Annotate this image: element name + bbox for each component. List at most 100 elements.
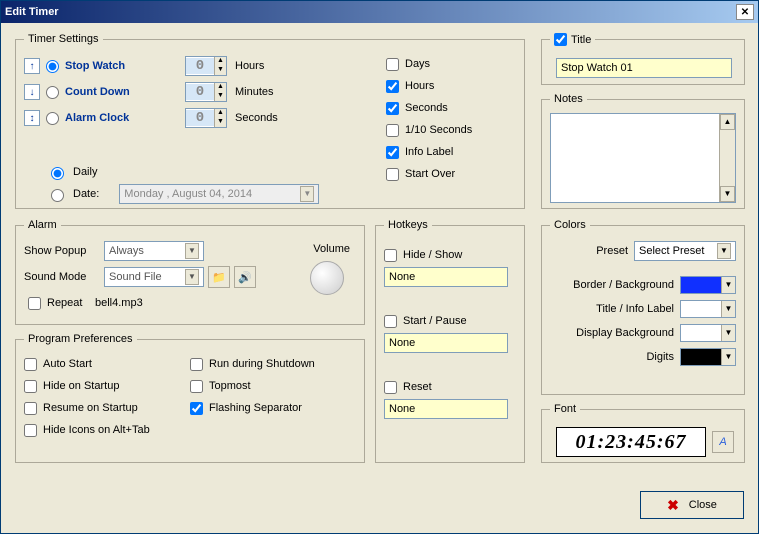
title-info-label: Title / Info Label xyxy=(596,303,674,315)
hotkey-startpause-label: Start / Pause xyxy=(403,315,467,327)
font-group: Font 01:23:45:67 A xyxy=(541,403,745,463)
hotkeys-group: Hotkeys Hide / Show None Start / Pause N… xyxy=(375,219,525,463)
hours-checkbox[interactable] xyxy=(386,80,399,93)
play-sound-button[interactable]: 🔊 xyxy=(234,266,256,288)
window-title: Edit Timer xyxy=(5,6,736,18)
hide-startup-checkbox[interactable] xyxy=(24,380,37,393)
chevron-down-icon: ▼ xyxy=(300,186,314,202)
speaker-icon: 🔊 xyxy=(238,271,252,284)
countdown-radio[interactable] xyxy=(46,86,59,99)
title-info-color[interactable]: ▼ xyxy=(680,300,736,318)
titlebar-close-button[interactable]: ✕ xyxy=(736,4,754,20)
close-button[interactable]: ✖ Close xyxy=(640,491,744,519)
hotkey-hideshow-label: Hide / Show xyxy=(403,249,462,261)
stopwatch-label: Stop Watch xyxy=(65,60,165,72)
repeat-checkbox[interactable] xyxy=(28,297,41,310)
preset-label: Preset xyxy=(596,245,628,257)
resume-startup-checkbox[interactable] xyxy=(24,402,37,415)
repeat-label: Repeat xyxy=(47,297,95,309)
daily-label: Daily xyxy=(73,166,97,178)
digits-label: Digits xyxy=(646,351,674,363)
seconds-spinner[interactable]: 0▲▼ xyxy=(185,108,227,128)
notes-textarea[interactable]: ▲▼ xyxy=(550,113,736,203)
alarmclock-label: Alarm Clock xyxy=(65,112,165,124)
title-input[interactable]: Stop Watch 01 xyxy=(556,58,732,78)
font-picker-button[interactable]: A xyxy=(712,431,734,453)
daily-radio[interactable] xyxy=(51,167,64,180)
notes-legend: Notes xyxy=(550,93,587,105)
tenth-checkbox[interactable] xyxy=(386,124,399,137)
preset-select[interactable]: Select Preset▼ xyxy=(634,241,736,261)
auto-start-label: Auto Start xyxy=(43,358,92,370)
notes-group: Notes ▲▼ xyxy=(541,93,745,209)
topmost-label: Topmost xyxy=(209,380,251,392)
hours-unit-label: Hours xyxy=(235,60,295,72)
close-button-label: Close xyxy=(689,499,717,511)
alarm-icon[interactable]: ↕ xyxy=(24,110,40,126)
volume-knob[interactable] xyxy=(310,261,344,295)
font-sample: 01:23:45:67 xyxy=(556,427,706,457)
hotkey-startpause-input[interactable]: None xyxy=(384,333,508,353)
minutes-unit-label: Minutes xyxy=(235,86,295,98)
days-label: Days xyxy=(405,58,430,70)
font-legend: Font xyxy=(550,403,580,415)
program-preferences-legend: Program Preferences xyxy=(24,333,137,345)
browse-file-button[interactable]: 📁 xyxy=(208,266,230,288)
hotkeys-legend: Hotkeys xyxy=(384,219,432,231)
flashing-sep-checkbox[interactable] xyxy=(190,402,203,415)
infolabel-label: Info Label xyxy=(405,146,453,158)
alarmclock-radio[interactable] xyxy=(46,112,59,125)
sound-file-label: bell4.mp3 xyxy=(95,297,143,309)
hotkey-reset-input[interactable]: None xyxy=(384,399,508,419)
auto-start-checkbox[interactable] xyxy=(24,358,37,371)
hide-startup-label: Hide on Startup xyxy=(43,380,119,392)
infolabel-checkbox[interactable] xyxy=(386,146,399,159)
days-checkbox[interactable] xyxy=(386,58,399,71)
colors-group: Colors Preset Select Preset▼ Border / Ba… xyxy=(541,219,745,395)
hours-spinner[interactable]: 0▲▼ xyxy=(185,56,227,76)
seconds-checkbox[interactable] xyxy=(386,102,399,115)
show-popup-label: Show Popup xyxy=(24,245,104,257)
startover-checkbox[interactable] xyxy=(386,168,399,181)
startover-label: Start Over xyxy=(405,168,455,180)
minutes-spinner[interactable]: 0▲▼ xyxy=(185,82,227,102)
date-picker[interactable]: Monday , August 04, 2014 ▼ xyxy=(119,184,319,204)
sound-mode-label: Sound Mode xyxy=(24,271,104,283)
display-bg-color[interactable]: ▼ xyxy=(680,324,736,342)
alarm-legend: Alarm xyxy=(24,219,61,231)
timer-settings-legend: Timer Settings xyxy=(24,33,103,45)
hide-icons-checkbox[interactable] xyxy=(24,424,37,437)
stopwatch-up-icon[interactable]: ↑ xyxy=(24,58,40,74)
scroll-up-icon: ▲ xyxy=(720,114,735,130)
display-bg-label: Display Background xyxy=(576,327,674,339)
resume-startup-label: Resume on Startup xyxy=(43,402,138,414)
digits-color[interactable]: ▼ xyxy=(680,348,736,366)
title-group: Title Stop Watch 01 xyxy=(541,33,745,85)
folder-icon: 📁 xyxy=(212,271,226,284)
chevron-down-icon: ▼ xyxy=(185,243,199,259)
title-checkbox[interactable] xyxy=(554,33,567,46)
hotkey-hideshow-checkbox[interactable] xyxy=(384,249,397,262)
stopwatch-radio[interactable] xyxy=(46,60,59,73)
countdown-label: Count Down xyxy=(65,86,165,98)
sound-mode-select[interactable]: Sound File▼ xyxy=(104,267,204,287)
border-bg-label: Border / Background xyxy=(573,279,674,291)
close-icon: ✖ xyxy=(667,497,679,514)
run-shutdown-checkbox[interactable] xyxy=(190,358,203,371)
hotkey-reset-checkbox[interactable] xyxy=(384,381,397,394)
countdown-down-icon[interactable]: ↓ xyxy=(24,84,40,100)
date-radio[interactable] xyxy=(51,189,64,202)
tenth-label: 1/10 Seconds xyxy=(405,124,472,136)
colors-legend: Colors xyxy=(550,219,590,231)
notes-scrollbar[interactable]: ▲▼ xyxy=(719,114,735,202)
seconds-label: Seconds xyxy=(405,102,448,114)
topmost-checkbox[interactable] xyxy=(190,380,203,393)
hotkey-startpause-checkbox[interactable] xyxy=(384,315,397,328)
show-popup-select[interactable]: Always▼ xyxy=(104,241,204,261)
date-value: Monday , August 04, 2014 xyxy=(124,188,252,200)
border-bg-color[interactable]: ▼ xyxy=(680,276,736,294)
flashing-sep-label: Flashing Separator xyxy=(209,402,302,414)
titlebar: Edit Timer ✕ xyxy=(1,1,758,23)
hotkey-hideshow-input[interactable]: None xyxy=(384,267,508,287)
chevron-down-icon: ▼ xyxy=(185,269,199,285)
